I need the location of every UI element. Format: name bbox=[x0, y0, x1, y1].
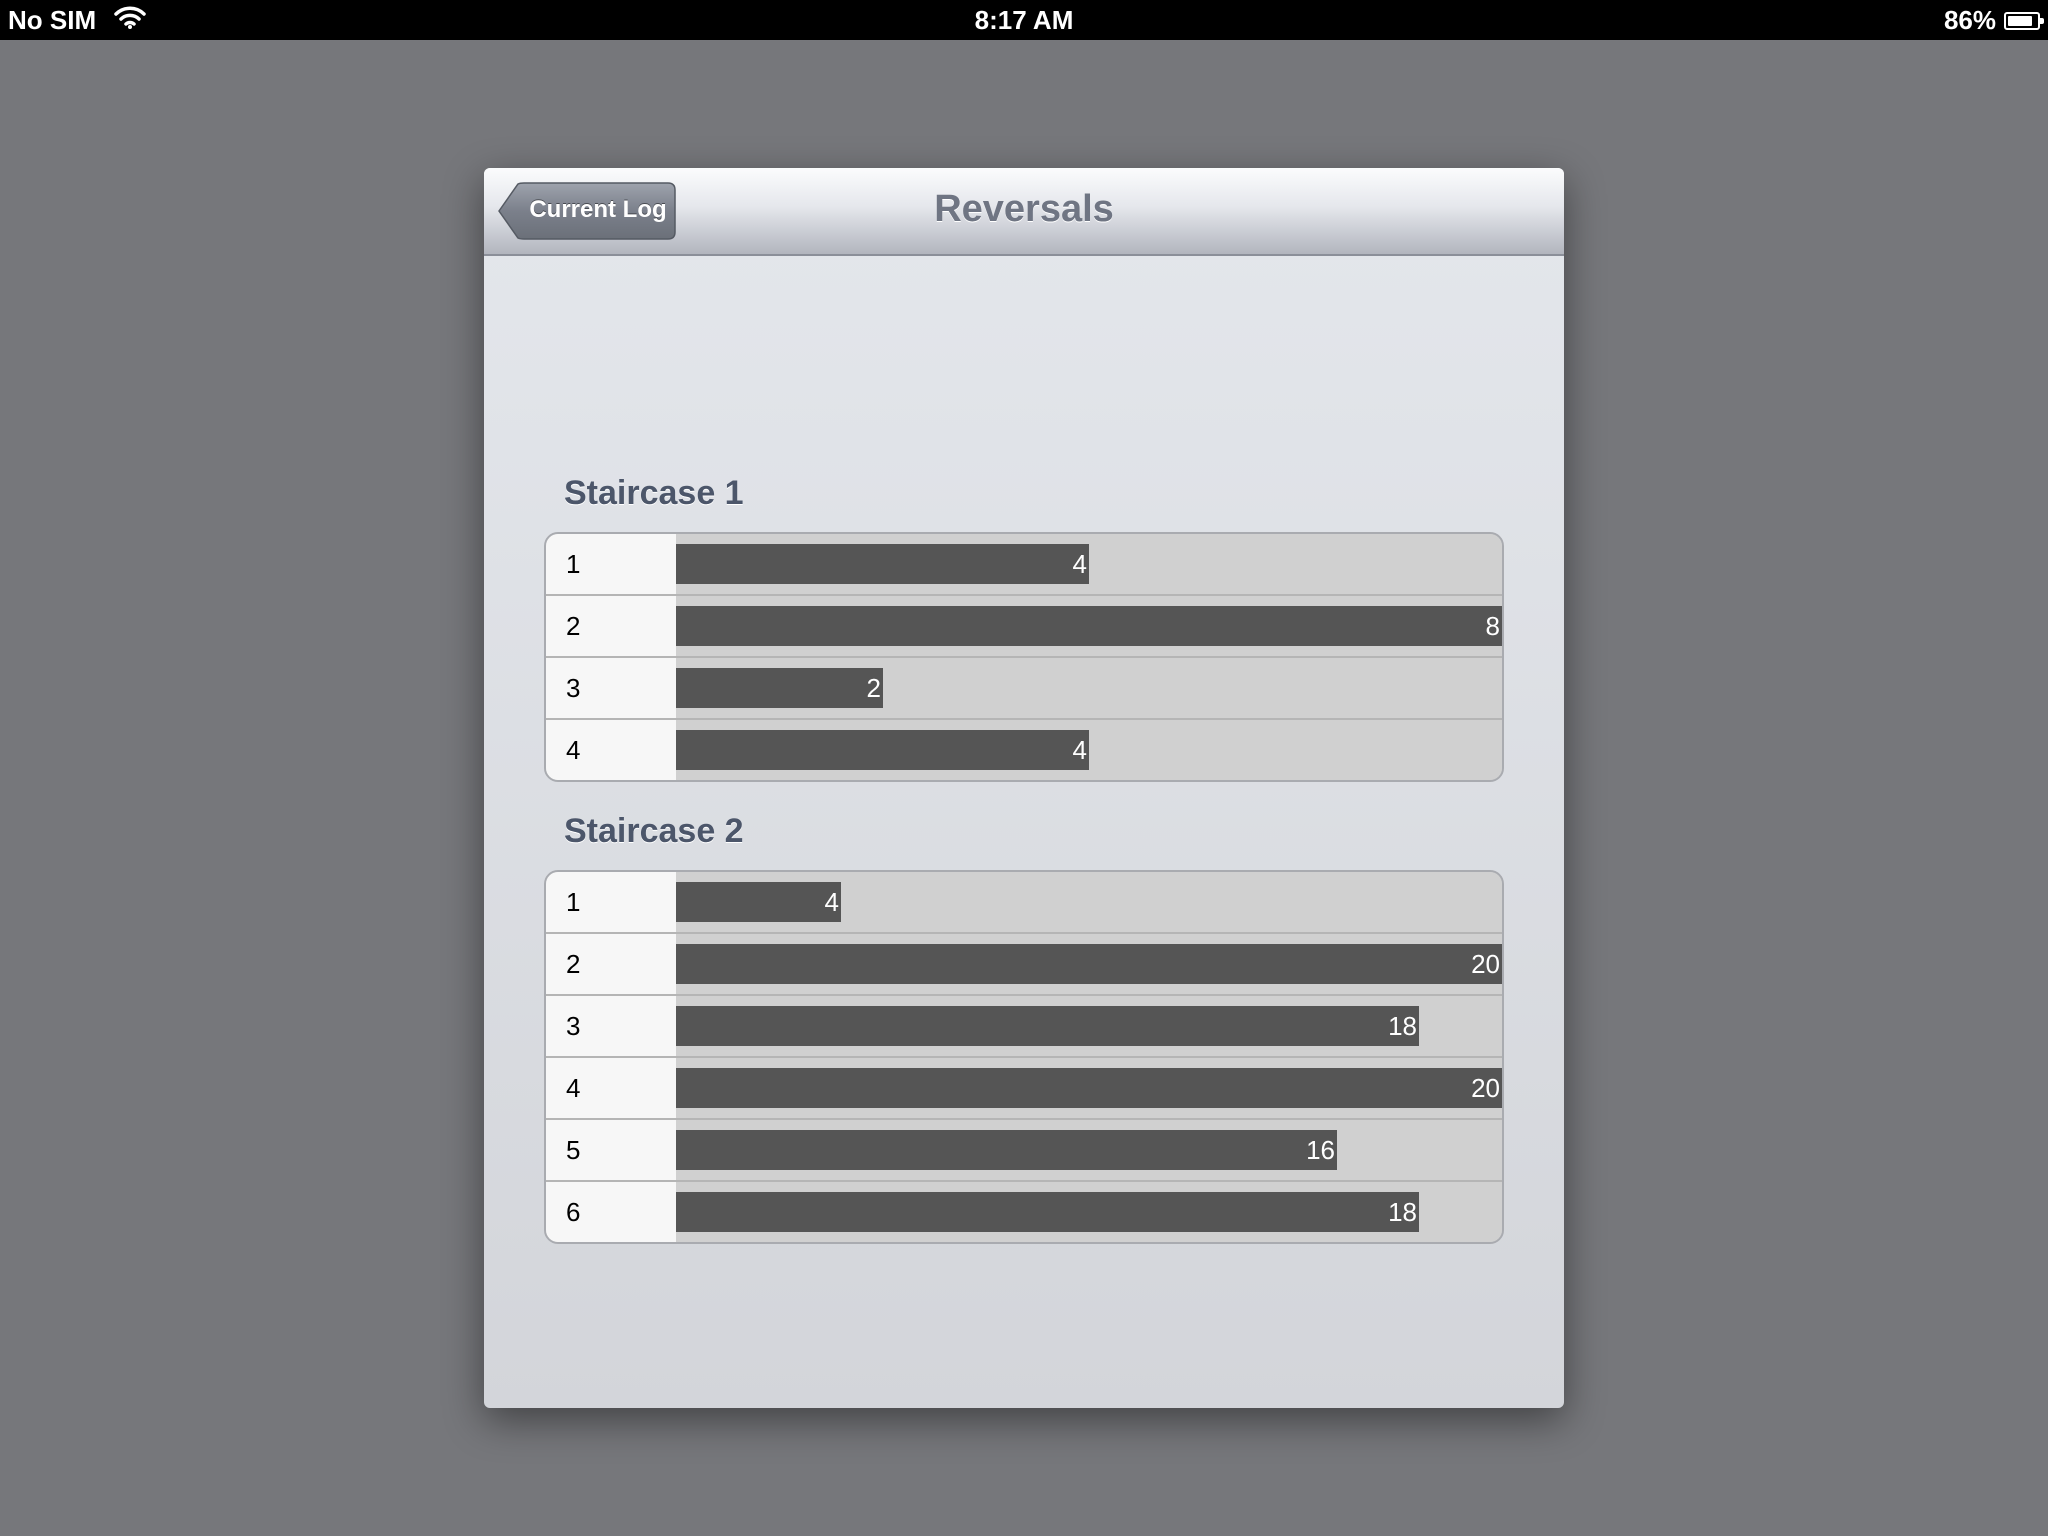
bar-track: 20 bbox=[676, 1058, 1502, 1118]
reversal-index: 3 bbox=[546, 658, 676, 718]
battery-icon bbox=[2004, 11, 2044, 30]
bar-track: 18 bbox=[676, 996, 1502, 1056]
table-row: 32 bbox=[546, 658, 1502, 720]
bar-track: 4 bbox=[676, 534, 1502, 594]
bar-track: 8 bbox=[676, 596, 1502, 656]
reversal-index: 1 bbox=[546, 872, 676, 932]
reversal-index: 3 bbox=[546, 996, 676, 1056]
battery-percent: 86% bbox=[1943, 5, 1996, 35]
table-row: 2 20 bbox=[546, 934, 1502, 996]
staircase-header: Staircase 1 bbox=[564, 474, 744, 512]
reversal-bar: 4 bbox=[676, 882, 841, 922]
table-row: 44 bbox=[546, 720, 1502, 780]
table-row: 28 bbox=[546, 596, 1502, 658]
status-bar: No SIM 8:17 AM 86% bbox=[0, 0, 2048, 40]
bar-track: 4 bbox=[676, 720, 1502, 780]
battery-nub bbox=[2040, 17, 2044, 24]
reversal-bar: 20 bbox=[676, 1068, 1502, 1108]
status-right: 86% bbox=[1943, 5, 2044, 36]
table-row: 14 bbox=[546, 872, 1502, 934]
staircase-header: Staircase 2 bbox=[564, 812, 744, 850]
table-row: 5 16 bbox=[546, 1120, 1502, 1182]
bar-track: 20 bbox=[676, 934, 1502, 994]
reversal-bar: 16 bbox=[676, 1130, 1337, 1170]
bar-track: 16 bbox=[676, 1120, 1502, 1180]
reversal-bar: 4 bbox=[676, 730, 1089, 770]
clock: 8:17 AM bbox=[974, 5, 1074, 35]
staircase-1-table: 14283244 bbox=[544, 532, 1504, 782]
reversals-popover: Current Log Reversals Staircase 11428324… bbox=[484, 168, 1564, 1408]
reversal-index: 4 bbox=[546, 1058, 676, 1118]
navigation-bar: Current Log Reversals bbox=[484, 168, 1564, 256]
table-row: 6 18 bbox=[546, 1182, 1502, 1242]
reversal-index: 2 bbox=[546, 596, 676, 656]
bar-track: 2 bbox=[676, 658, 1502, 718]
table-row: 4 20 bbox=[546, 1058, 1502, 1120]
reversal-bar: 8 bbox=[676, 606, 1502, 646]
page-title: Reversals bbox=[934, 188, 1114, 230]
table-row: 3 18 bbox=[546, 996, 1502, 1058]
reversal-index: 1 bbox=[546, 534, 676, 594]
reversal-bar: 18 bbox=[676, 1192, 1419, 1232]
reversal-index: 5 bbox=[546, 1120, 676, 1180]
reversal-index: 6 bbox=[546, 1182, 676, 1242]
bar-track: 4 bbox=[676, 872, 1502, 932]
reversal-bar: 4 bbox=[676, 544, 1089, 584]
reversal-index: 2 bbox=[546, 934, 676, 994]
reversal-bar: 2 bbox=[676, 668, 883, 708]
table-row: 14 bbox=[546, 534, 1502, 596]
staircase-2-table: 1 4 2 20 3 18 4 20 5 16 6 18 bbox=[544, 870, 1504, 1244]
battery-level-fill bbox=[2008, 15, 2033, 26]
reversal-index: 4 bbox=[546, 720, 676, 780]
bar-track: 18 bbox=[676, 1182, 1502, 1242]
reversal-bar: 20 bbox=[676, 944, 1502, 984]
reversal-bar: 18 bbox=[676, 1006, 1419, 1046]
